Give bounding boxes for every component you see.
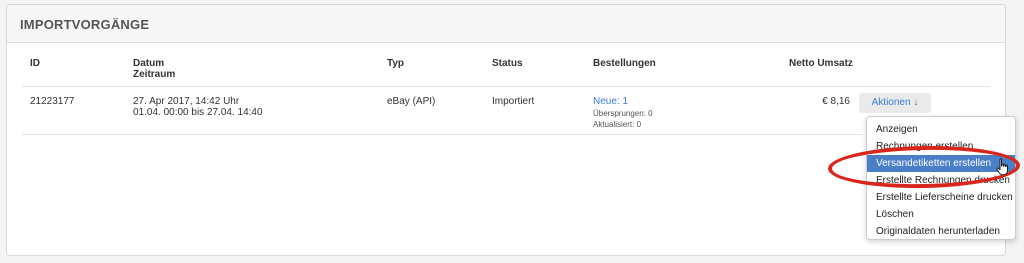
cell-typ: eBay (API) [387,96,436,107]
menu-item-lieferscheine-drucken[interactable]: Erstellte Lieferscheine drucken [867,189,1015,206]
col-header-typ: Typ [387,58,405,69]
cell-zeitraum: 01.04. 00:00 bis 27.04. 14:40 [133,107,263,118]
col-header-bestellungen: Bestellungen [593,58,656,69]
row-divider [22,134,862,135]
menu-item-anzeigen[interactable]: Anzeigen [867,121,1015,138]
hand-pointer-icon [996,158,1008,176]
neue-link[interactable]: Neue: 1 [593,96,628,107]
panel-header: IMPORTVORGÄNGE [7,5,1005,43]
col-header-netto-umsatz: Netto Umsatz [789,58,853,69]
cell-datum: 27. Apr 2017, 14:42 Uhr [133,96,240,107]
menu-item-originaldaten-herunterladen[interactable]: Originaldaten herunterladen [867,223,1015,240]
cell-uebersprungen: Übersprungen: 0 [593,109,653,118]
menu-item-loeschen[interactable]: Löschen [867,206,1015,223]
actions-button[interactable]: Aktionen ↓ [859,93,931,113]
import-panel: IMPORTVORGÄNGE [6,4,1006,256]
panel-title: IMPORTVORGÄNGE [20,17,150,32]
col-header-datum: Datum [133,58,165,69]
header-divider [22,86,990,87]
cell-status: Importiert [492,96,535,107]
cell-netto-umsatz: € 8,16 [822,96,850,107]
col-header-id: ID [30,58,40,69]
cell-aktualisiert: Aktualisiert: 0 [593,120,642,129]
cell-id: 21223177 [30,96,75,107]
col-header-status: Status [492,58,523,69]
col-header-zeitraum: Zeitraum [133,69,176,80]
